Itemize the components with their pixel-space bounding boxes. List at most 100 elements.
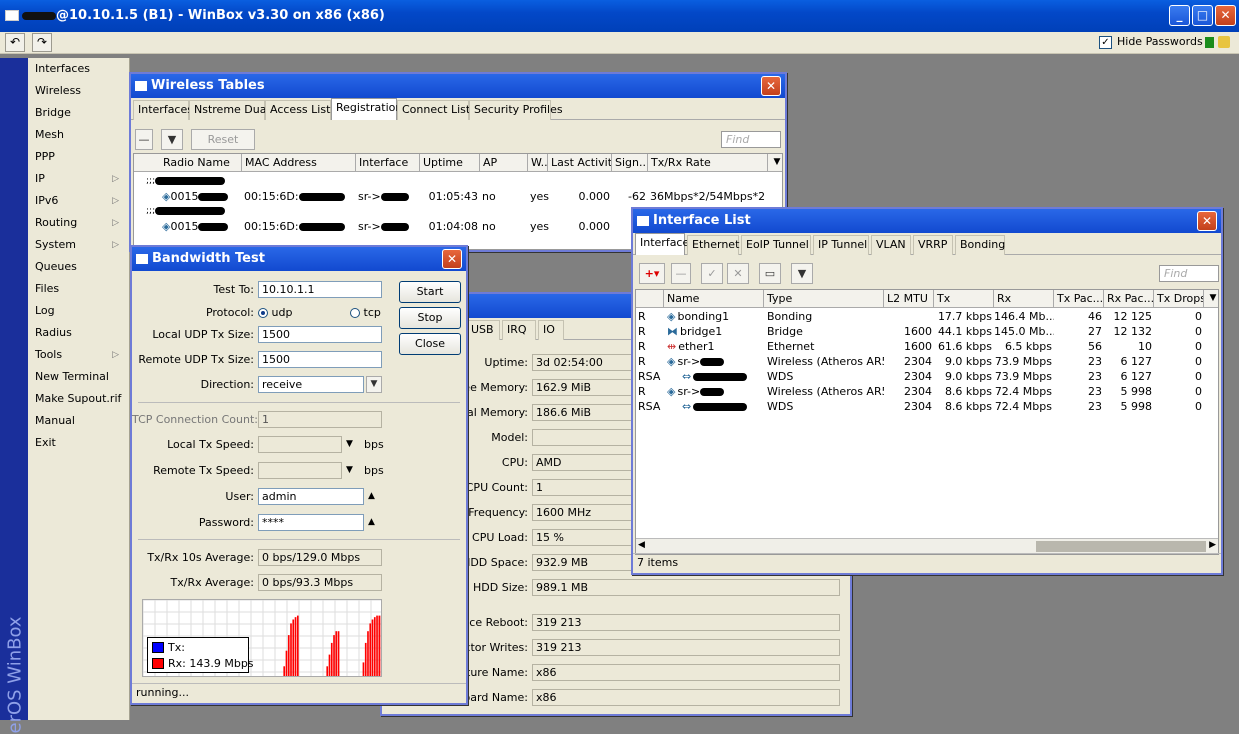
direction-select[interactable]: receive (258, 376, 364, 393)
column-header[interactable]: AP (480, 154, 528, 172)
maximize-button[interactable]: □ (1192, 5, 1213, 26)
tab-vlan[interactable]: VLAN (871, 235, 911, 255)
close-button[interactable]: ✕ (1215, 5, 1236, 26)
menu-item-mesh[interactable]: Mesh (28, 124, 129, 146)
undo-icon[interactable]: ↶ (5, 33, 25, 52)
protocol-udp-radio[interactable]: udp (258, 304, 292, 321)
menu-item-system[interactable]: System ▷ (28, 234, 129, 256)
menu-item-queues[interactable]: Queues (28, 256, 129, 278)
column-header[interactable]: Rx Pac... (1104, 290, 1154, 308)
tab-connect-list[interactable]: Connect List (397, 100, 470, 120)
table-row[interactable]: R ◈sr-> Wireless (Atheros AR5... 2304 9.0 kb… (636, 354, 1218, 369)
menu-item-tools[interactable]: Tools ▷ (28, 344, 129, 366)
local-tx-input[interactable] (258, 436, 342, 453)
user-input[interactable]: admin (258, 488, 364, 505)
tab-ip-tunnel[interactable]: IP Tunnel (813, 235, 869, 255)
tab-bonding[interactable]: Bonding (955, 235, 1005, 255)
column-header[interactable]: MAC Address (242, 154, 356, 172)
scroll-left-icon[interactable]: ◀ (638, 540, 645, 550)
scroll-right-icon[interactable]: ▶ (1209, 540, 1216, 550)
column-header[interactable]: Sign... (612, 154, 648, 172)
hide-passwords-checkbox[interactable]: ✓ (1099, 36, 1112, 49)
menu-item-exit[interactable]: Exit (28, 432, 129, 454)
close-icon[interactable]: ✕ (442, 249, 462, 269)
menu-item-files[interactable]: Files (28, 278, 129, 300)
chevron-up-icon[interactable]: ▲ (368, 514, 375, 531)
minimize-button[interactable]: _ (1169, 5, 1190, 26)
add-icon[interactable]: +▾ (639, 263, 665, 284)
menu-item-manual[interactable]: Manual (28, 410, 129, 432)
password-input[interactable]: **** (258, 514, 364, 531)
tab-nstreme-dual[interactable]: Nstreme Dual (189, 100, 270, 120)
reset-button[interactable]: Reset (191, 129, 255, 150)
chevron-up-icon[interactable]: ▲ (368, 488, 375, 505)
column-header[interactable]: Last Activit... (548, 154, 612, 172)
column-header-flags[interactable] (636, 290, 664, 308)
find-input[interactable]: Find (721, 131, 781, 148)
menu-item-interfaces[interactable]: Interfaces (28, 58, 129, 80)
remove-icon[interactable]: — (671, 263, 691, 284)
remote-tx-input[interactable] (258, 462, 342, 479)
tab-irq[interactable]: IRQ (502, 320, 536, 340)
table-row[interactable]: R ◈ bonding1 Bonding 17.7 kbps 146.4 Mb... 46 1… (636, 309, 1218, 324)
chevron-down-icon[interactable]: ▼ (346, 436, 353, 453)
tab-eoip-tunnel[interactable]: EoIP Tunnel (741, 235, 811, 255)
tab-io[interactable]: IO (538, 320, 564, 340)
close-button[interactable]: Close (399, 333, 461, 355)
column-header[interactable]: Rx (994, 290, 1054, 308)
menu-item-ppp[interactable]: PPP (28, 146, 129, 168)
filter-icon[interactable]: ▼ (161, 129, 183, 150)
horizontal-scrollbar[interactable]: ◀ ▶ (636, 538, 1218, 554)
column-chooser-icon[interactable]: ▼ (768, 154, 782, 172)
table-row[interactable]: RSA ⇔ WDS 2304 8.6 kbps 72.4 Mbps 23 5 998 0 (636, 399, 1218, 414)
column-header[interactable]: Tx Pac... (1054, 290, 1104, 308)
close-icon[interactable]: ✕ (761, 76, 781, 96)
menu-item-wireless[interactable]: Wireless (28, 80, 129, 102)
menu-item-radius[interactable]: Radius (28, 322, 129, 344)
tab-security-profiles[interactable]: Security Profiles (469, 100, 563, 120)
tab-registration[interactable]: Registration (331, 98, 402, 120)
menu-item-ipv6[interactable]: IPv6 ▷ (28, 190, 129, 212)
tab-vrrp[interactable]: VRRP (913, 235, 953, 255)
table-row[interactable]: R ◈sr-> Wireless (Atheros AR5... 2304 8.6 kb… (636, 384, 1218, 399)
filter-icon[interactable]: ▼ (791, 263, 813, 284)
disable-icon[interactable]: ✕ (727, 263, 749, 284)
tab-interface[interactable]: Interface (635, 233, 689, 255)
menu-item-log[interactable]: Log (28, 300, 129, 322)
enable-icon[interactable]: ✓ (701, 263, 723, 284)
column-header[interactable]: Tx/Rx Rate (648, 154, 768, 172)
table-row[interactable]: R ⧓ bridge1 Bridge 1600 44.1 kbps 145.0 Mb... 2… (636, 324, 1218, 339)
menu-item-make-supout-rif[interactable]: Make Supout.rif (28, 388, 129, 410)
column-header[interactable]: Uptime (420, 154, 480, 172)
chevron-down-icon[interactable]: ▼ (346, 462, 353, 479)
column-header[interactable]: Radio Name (160, 154, 242, 172)
column-header[interactable]: Tx (934, 290, 994, 308)
remove-icon[interactable]: — (135, 129, 153, 150)
scroll-thumb[interactable] (1036, 541, 1206, 552)
chevron-down-icon[interactable]: ▼ (366, 376, 382, 393)
column-header[interactable]: L2 MTU (884, 290, 934, 308)
table-row[interactable]: RSA ⇔ WDS 2304 9.0 kbps 73.9 Mbps 23 6 127 0 (636, 369, 1218, 384)
column-header[interactable]: Name (664, 290, 764, 308)
redo-icon[interactable]: ↷ (32, 33, 52, 52)
column-header[interactable]: Tx Drops (1154, 290, 1204, 308)
tab-access-list[interactable]: Access List (265, 100, 331, 120)
column-chooser-icon[interactable]: ▼ (1204, 290, 1218, 308)
protocol-tcp-radio[interactable]: tcp (350, 304, 381, 321)
close-icon[interactable]: ✕ (1197, 211, 1217, 231)
menu-item-ip[interactable]: IP ▷ (28, 168, 129, 190)
table-row[interactable]: R ⇹ ether1 Ethernet 1600 61.6 kbps 6.5 kbps 56 1… (636, 339, 1218, 354)
find-input[interactable]: Find (1159, 265, 1219, 282)
tab-usb[interactable]: USB (466, 320, 500, 340)
table-row[interactable]: ◈0015 00:15:6D: sr-> 01:05:43 no yes 0.000 -62 3… (134, 189, 782, 204)
menu-item-new-terminal[interactable]: New Terminal (28, 366, 129, 388)
column-header[interactable]: Interface (356, 154, 420, 172)
menu-item-routing[interactable]: Routing ▷ (28, 212, 129, 234)
tab-ethernet[interactable]: Ethernet (687, 235, 739, 255)
remote-udp-input[interactable]: 1500 (258, 351, 382, 368)
stop-button[interactable]: Stop (399, 307, 461, 329)
column-header[interactable]: Type (764, 290, 884, 308)
tab-interfaces[interactable]: Interfaces (133, 100, 193, 120)
start-button[interactable]: Start (399, 281, 461, 303)
comment-icon[interactable]: ▭ (759, 263, 781, 284)
